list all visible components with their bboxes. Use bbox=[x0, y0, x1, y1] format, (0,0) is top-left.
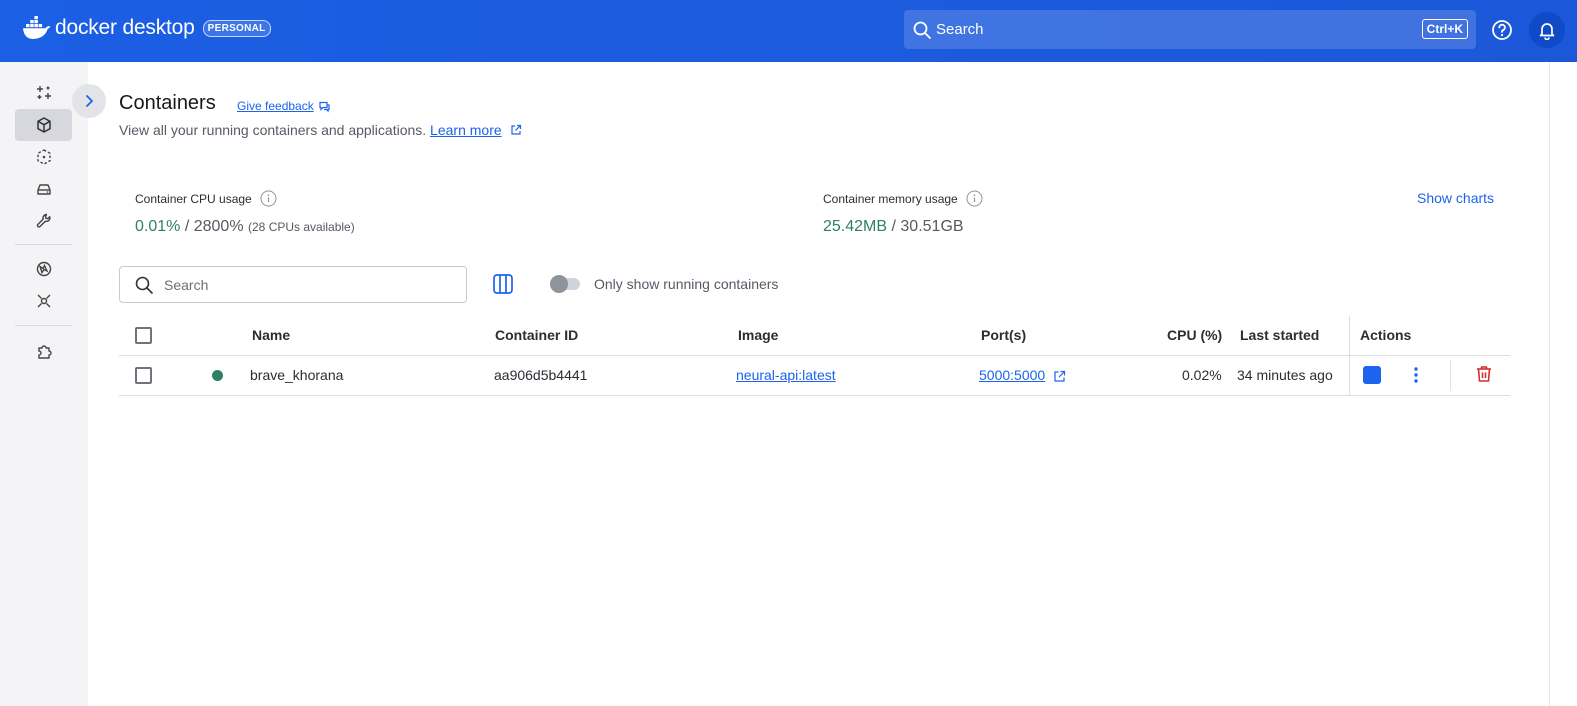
memory-usage-label-text: Container memory usage bbox=[823, 191, 958, 206]
give-feedback-link[interactable]: Give feedback bbox=[237, 99, 331, 113]
cpu-used: 0.01% bbox=[135, 218, 181, 235]
info-icon[interactable] bbox=[260, 190, 277, 207]
memory-total: 30.51GB bbox=[900, 218, 964, 235]
column-header-container-id[interactable]: Container ID bbox=[495, 327, 578, 343]
search-icon bbox=[135, 276, 153, 294]
sidebar-item-containers[interactable] bbox=[15, 109, 72, 141]
sidebar-item-scout[interactable] bbox=[15, 253, 72, 285]
select-all-checkbox[interactable] bbox=[135, 327, 152, 344]
column-header-last-started[interactable]: Last started bbox=[1240, 327, 1319, 343]
sidebar-item-extensions[interactable] bbox=[15, 335, 72, 367]
docker-scout-icon bbox=[36, 261, 51, 277]
expand-sidebar-button[interactable] bbox=[72, 84, 106, 118]
running-status-indicator bbox=[212, 370, 223, 381]
models-icon bbox=[37, 294, 50, 308]
feedback-icon bbox=[319, 101, 330, 112]
column-header-name[interactable]: Name bbox=[252, 327, 290, 343]
only-running-label: Only show running containers bbox=[594, 276, 779, 292]
content-scroll-edge bbox=[1549, 62, 1550, 706]
image-link[interactable]: neural-api:latest bbox=[736, 367, 836, 383]
sidebar-item-gordon[interactable] bbox=[15, 77, 72, 109]
sidebar-item-models[interactable] bbox=[15, 285, 72, 317]
help-icon[interactable] bbox=[1490, 18, 1514, 42]
toggle-knob bbox=[550, 275, 568, 293]
memory-usage-label: Container memory usage bbox=[823, 190, 983, 207]
container-search-input[interactable] bbox=[164, 276, 444, 293]
sidebar-divider bbox=[15, 244, 72, 245]
learn-more-link[interactable]: Learn more bbox=[430, 122, 502, 138]
container-cpu: 0.02% bbox=[1182, 367, 1222, 383]
cpu-available-note: (28 CPUs available) bbox=[248, 220, 355, 234]
page-subtitle-text: View all your running containers and app… bbox=[119, 122, 427, 138]
table-header: Name Container ID Image Port(s) CPU (%) … bbox=[119, 316, 1510, 356]
memory-usage-value: 25.42MB / 30.51GB bbox=[823, 218, 964, 236]
sidebar-item-images[interactable] bbox=[15, 141, 72, 173]
brand-wordmark: docker desktop bbox=[55, 16, 195, 39]
action-divider bbox=[1450, 360, 1451, 391]
port-link[interactable]: 5000:5000 bbox=[979, 367, 1045, 383]
only-running-toggle[interactable] bbox=[550, 275, 580, 293]
images-icon bbox=[36, 149, 51, 165]
sidebar-item-volumes[interactable] bbox=[15, 173, 72, 205]
columns-icon[interactable] bbox=[492, 273, 514, 295]
container-id: aa906d5b4441 bbox=[494, 367, 588, 383]
docker-whale-icon bbox=[23, 16, 51, 39]
show-charts-button[interactable]: Show charts bbox=[1417, 190, 1494, 206]
bell-icon bbox=[1539, 23, 1555, 40]
sidebar bbox=[0, 62, 88, 706]
volumes-icon bbox=[36, 184, 51, 195]
memory-separator: / bbox=[891, 218, 896, 235]
give-feedback-label: Give feedback bbox=[237, 99, 314, 113]
sidebar-divider bbox=[15, 325, 72, 326]
search-shortcut-hint: Ctrl+K bbox=[1421, 19, 1468, 39]
column-header-image[interactable]: Image bbox=[738, 327, 778, 343]
delete-icon[interactable] bbox=[1474, 364, 1494, 384]
docker-brand: docker desktop PERSONAL bbox=[22, 15, 271, 41]
global-search-placeholder: Search bbox=[936, 21, 984, 38]
row-select-checkbox[interactable] bbox=[135, 367, 152, 384]
plan-badge: PERSONAL bbox=[202, 19, 271, 37]
page-title: Containers bbox=[119, 92, 216, 114]
extensions-icon bbox=[37, 345, 52, 359]
stop-button[interactable] bbox=[1363, 366, 1381, 384]
page-subtitle: View all your running containers and app… bbox=[119, 122, 522, 138]
cpu-usage-value: 0.01% / 2800% (28 CPUs available) bbox=[135, 218, 355, 236]
containers-icon bbox=[36, 117, 51, 133]
cpu-usage-label: Container CPU usage bbox=[135, 190, 277, 207]
table-row[interactable]: brave_khorana aa906d5b4441 neural-api:la… bbox=[119, 356, 1510, 396]
container-search[interactable] bbox=[119, 266, 467, 303]
chevron-right-icon bbox=[86, 95, 93, 107]
external-link-icon bbox=[510, 124, 521, 135]
cpu-total: 2800% bbox=[193, 218, 244, 235]
column-header-actions: Actions bbox=[1360, 327, 1412, 343]
more-options-icon[interactable] bbox=[1406, 365, 1426, 385]
notifications-button[interactable] bbox=[1529, 12, 1565, 48]
container-last-started: 34 minutes ago bbox=[1237, 367, 1333, 383]
global-search[interactable]: Search Ctrl+K bbox=[904, 10, 1476, 49]
sparkle-icon bbox=[36, 86, 51, 99]
memory-used: 25.42MB bbox=[823, 218, 888, 235]
search-icon bbox=[913, 21, 931, 39]
cpu-usage-label-text: Container CPU usage bbox=[135, 191, 252, 206]
cpu-separator: / bbox=[184, 218, 190, 235]
builds-icon bbox=[36, 213, 51, 228]
actions-column-divider bbox=[1349, 316, 1350, 396]
sidebar-item-builds[interactable] bbox=[15, 205, 72, 237]
column-header-cpu[interactable]: CPU (%) bbox=[1167, 327, 1222, 343]
info-icon[interactable] bbox=[966, 190, 983, 207]
column-header-ports[interactable]: Port(s) bbox=[981, 327, 1026, 343]
top-bar: docker desktop PERSONAL Search Ctrl+K bbox=[0, 0, 1577, 62]
external-link-icon[interactable] bbox=[1053, 370, 1066, 383]
container-name[interactable]: brave_khorana bbox=[250, 367, 343, 383]
